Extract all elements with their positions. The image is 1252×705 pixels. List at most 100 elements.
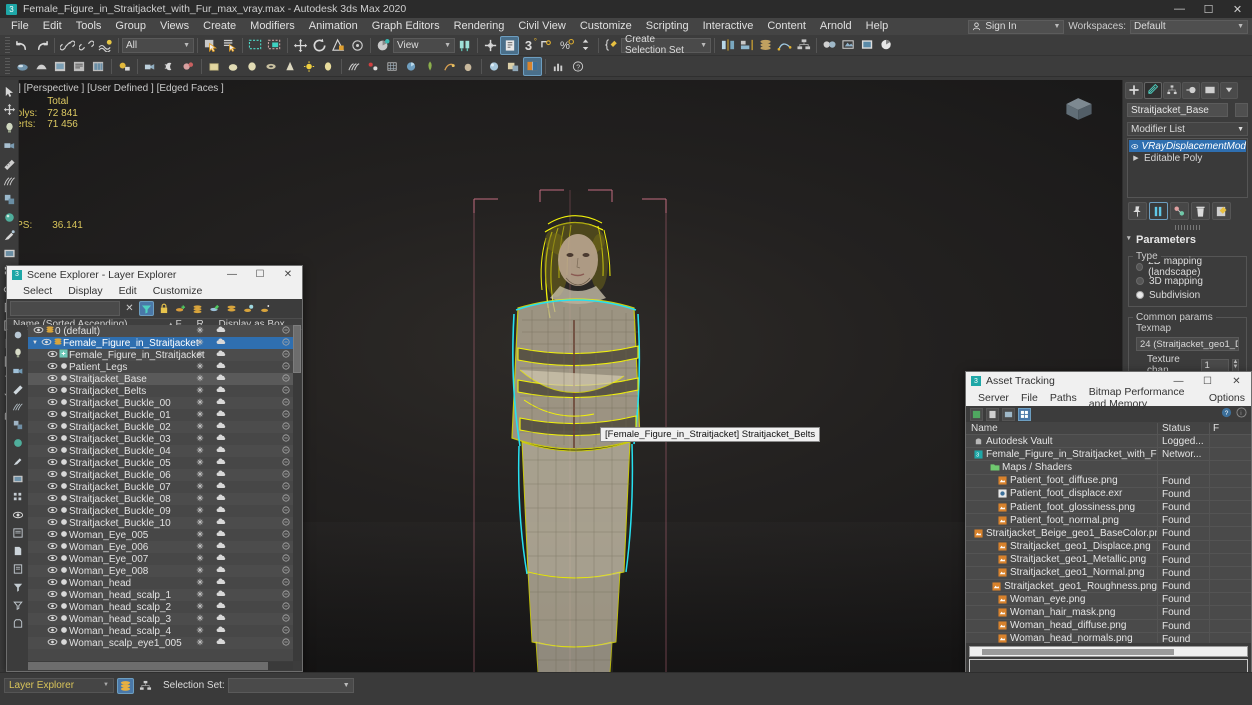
asset-row[interactable]: Straitjacket_Beige_geo1_BaseColor.png Fou… — [966, 527, 1251, 541]
save-icon[interactable] — [986, 407, 999, 421]
display-as-box-cell[interactable] — [282, 374, 290, 384]
help-icon[interactable]: ? — [1221, 407, 1232, 421]
modify-tab[interactable] — [1144, 81, 1162, 99]
eye-icon[interactable] — [46, 410, 58, 420]
material-editor-icon[interactable] — [115, 57, 134, 76]
render-cell[interactable] — [216, 590, 227, 600]
freeze-layer-icon[interactable] — [258, 301, 273, 316]
helper-icon[interactable] — [9, 416, 26, 433]
render-cell[interactable] — [216, 626, 227, 636]
render-cell[interactable] — [216, 482, 227, 492]
render-cell[interactable] — [216, 422, 227, 432]
display-as-box-cell[interactable] — [282, 590, 290, 600]
hair-and-fur-icon[interactable] — [345, 57, 364, 76]
eye-icon[interactable] — [46, 482, 58, 492]
display-as-box-cell[interactable] — [282, 350, 290, 360]
material-icon[interactable] — [9, 434, 26, 451]
asset-tracking-window[interactable]: 3 Asset Tracking — ☐ ✕ Server File Paths… — [965, 371, 1252, 676]
menu-item-bitmap-performance[interactable]: Bitmap Performance and Memory — [1083, 386, 1203, 410]
sphere-primitive-icon[interactable] — [224, 57, 243, 76]
scene-explorer-tree[interactable]: 0 (default) ▼ Female_Figure_in_Straitjacke… — [28, 325, 293, 661]
eye-icon[interactable] — [46, 626, 58, 636]
layer-explorer-field[interactable]: Layer Explorer ▼ — [4, 678, 114, 693]
move-icon[interactable] — [1, 101, 18, 118]
grid-view-icon[interactable] — [1018, 407, 1031, 421]
display-tab[interactable] — [1201, 81, 1219, 99]
object-color-swatch[interactable] — [1235, 102, 1248, 117]
display-as-box-cell[interactable] — [282, 530, 290, 540]
display-as-box-cell[interactable] — [282, 386, 290, 396]
make-unique-icon[interactable] — [1170, 202, 1189, 220]
menu-item-edit[interactable]: Edit — [36, 18, 69, 35]
render-cell[interactable] — [216, 602, 227, 612]
menu-item-help[interactable]: Help — [859, 18, 896, 35]
named-selection-sets-dropdown[interactable]: Create Selection Set ▼ — [621, 34, 711, 56]
select-icon[interactable] — [9, 326, 26, 343]
spinner-icon[interactable]: ▲ ▼ — [1232, 358, 1239, 372]
edit-named-selection-sets-icon[interactable] — [602, 36, 621, 55]
render-cell[interactable] — [216, 530, 227, 540]
eye-icon[interactable] — [46, 554, 58, 564]
eye-icon[interactable] — [46, 350, 58, 360]
asset-row[interactable]: Woman_hair_mask.png Found — [966, 606, 1251, 620]
asset-row[interactable]: 3 Female_Figure_in_Straitjacket_with_Fur_… — [966, 448, 1251, 462]
material-editor-icon[interactable] — [820, 36, 839, 55]
selection-filter-dropdown[interactable]: All ▼ — [122, 37, 194, 53]
remove-modifier-icon[interactable] — [1191, 202, 1210, 220]
menu-item-customize[interactable]: Customize — [145, 285, 211, 297]
frozen-cell[interactable] — [196, 542, 204, 552]
display-as-box-cell[interactable] — [282, 458, 290, 468]
layer-manager-icon[interactable] — [117, 677, 134, 694]
eye-icon[interactable] — [46, 374, 58, 384]
scene-explorer-row[interactable]: Female_Figure_in_Straitjacket — [28, 349, 293, 361]
eye-icon[interactable] — [46, 566, 58, 576]
filter-icon[interactable] — [139, 301, 154, 316]
pin-stack-icon[interactable] — [1128, 202, 1147, 220]
scene-explorer-row[interactable]: Woman_head_scalp_1 — [28, 589, 293, 601]
close-button[interactable]: ✕ — [1222, 372, 1251, 390]
asset-row[interactable]: Woman_eye.png Found — [966, 593, 1251, 607]
info-icon[interactable]: i — [1236, 407, 1247, 421]
radio-2d-mapping[interactable]: 2D mapping (landscape) — [1133, 256, 1242, 278]
omni-light-icon[interactable] — [300, 57, 319, 76]
cloth-modifier-icon[interactable] — [383, 57, 402, 76]
eye-icon[interactable] — [40, 338, 52, 348]
light-icon[interactable] — [1, 119, 18, 136]
scene-explorer-row[interactable]: Woman_Eye_005 — [28, 529, 293, 541]
scene-explorer-row[interactable]: Woman_head_scalp_4 — [28, 625, 293, 637]
list-icon[interactable] — [9, 524, 26, 541]
display-as-box-cell[interactable] — [282, 398, 290, 408]
modifier-stack[interactable]: VRayDisplacementMod ▶ Editable Poly — [1127, 138, 1248, 198]
scene-explorer-row[interactable]: Straitjacket_Buckle_00 — [28, 397, 293, 409]
menu-item-group[interactable]: Group — [108, 18, 153, 35]
display-as-box-cell[interactable] — [282, 578, 290, 588]
frozen-cell[interactable] — [196, 482, 204, 492]
selection-set-dropdown[interactable]: ▼ — [227, 678, 354, 693]
scene-explorer-row[interactable]: Straitjacket_Buckle_08 — [28, 493, 293, 505]
scene-explorer-row[interactable]: Woman_Eye_008 — [28, 565, 293, 577]
asset-row[interactable]: Maps / Shaders — [966, 461, 1251, 475]
toolbar-grip[interactable] — [5, 57, 10, 75]
display-as-box-cell[interactable] — [282, 638, 290, 648]
view-cube-icon[interactable] — [1058, 92, 1100, 126]
eye-icon[interactable] — [46, 530, 58, 540]
menu-item-file[interactable]: File — [4, 18, 36, 35]
eye-icon[interactable] — [46, 578, 58, 588]
frozen-cell[interactable] — [196, 626, 204, 636]
modifier-item-editable-poly[interactable]: ▶ Editable Poly — [1129, 152, 1246, 164]
scene-explorer-row[interactable]: Straitjacket_Belts — [28, 385, 293, 397]
frozen-cell[interactable] — [196, 326, 204, 336]
scene-explorer-row[interactable]: Straitjacket_Buckle_06 — [28, 469, 293, 481]
workspaces-dropdown[interactable]: Default ▼ — [1130, 19, 1248, 34]
maximize-button[interactable]: ☐ — [246, 266, 274, 283]
align-icon[interactable] — [737, 36, 756, 55]
unlink-selection-icon[interactable] — [77, 36, 96, 55]
frozen-cell[interactable] — [196, 386, 204, 396]
menu-item-interactive[interactable]: Interactive — [696, 18, 761, 35]
menu-item-content[interactable]: Content — [760, 18, 813, 35]
vray-renderer-icon[interactable] — [402, 57, 421, 76]
render-cell[interactable] — [216, 350, 227, 360]
display-as-box-cell[interactable] — [282, 326, 290, 336]
scene-explorer-row[interactable]: Patient_Legs — [28, 361, 293, 373]
select-by-name-icon[interactable] — [220, 36, 239, 55]
